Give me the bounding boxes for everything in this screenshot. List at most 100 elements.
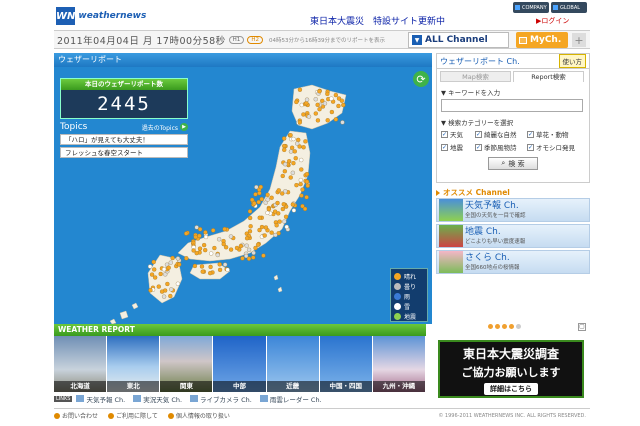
report-marker[interactable]: [184, 256, 189, 261]
report-marker[interactable]: [212, 245, 217, 251]
report-marker[interactable]: [336, 96, 342, 101]
report-marker[interactable]: [299, 157, 304, 163]
report-marker[interactable]: [315, 102, 320, 107]
report-marker[interactable]: [208, 264, 213, 270]
report-marker[interactable]: [259, 196, 264, 202]
report-marker[interactable]: [168, 260, 173, 265]
report-marker[interactable]: [256, 199, 261, 205]
report-marker[interactable]: [290, 170, 295, 175]
report-marker[interactable]: [257, 190, 262, 196]
report-marker[interactable]: [255, 242, 261, 247]
report-marker[interactable]: [247, 229, 253, 234]
report-marker[interactable]: [197, 233, 202, 238]
report-marker[interactable]: [282, 143, 287, 149]
region-photo-chugoku-shikoku[interactable]: 中国・四国: [319, 336, 372, 392]
my-channel-button[interactable]: MyCh.: [516, 32, 568, 48]
report-marker[interactable]: [300, 187, 305, 192]
report-marker[interactable]: [313, 97, 318, 102]
report-marker[interactable]: [228, 247, 234, 252]
report-marker[interactable]: [201, 242, 207, 248]
report-marker[interactable]: [288, 175, 293, 180]
report-marker[interactable]: [298, 177, 303, 183]
topic-item[interactable]: 「ハロ」が見えても大丈夫！: [60, 134, 188, 145]
report-marker[interactable]: [253, 245, 258, 251]
report-marker[interactable]: [306, 114, 312, 119]
pill-h1[interactable]: H1: [228, 35, 245, 44]
category-funny[interactable]: ✓ オモシロ発見: [527, 142, 583, 152]
refresh-icon[interactable]: ⟳: [413, 71, 429, 87]
checkbox-checked-icon[interactable]: ✓: [475, 130, 482, 138]
report-marker[interactable]: [257, 227, 262, 233]
report-marker[interactable]: [329, 96, 334, 101]
report-marker[interactable]: [217, 262, 222, 267]
report-marker[interactable]: [280, 173, 285, 179]
weathernews-logo[interactable]: WN weathernews: [56, 6, 146, 26]
report-marker[interactable]: [156, 284, 161, 289]
report-marker[interactable]: [175, 281, 181, 286]
report-marker[interactable]: [317, 107, 322, 112]
report-marker[interactable]: [184, 231, 189, 236]
report-marker[interactable]: [291, 208, 297, 213]
report-marker[interactable]: [244, 243, 249, 248]
report-marker[interactable]: [280, 206, 285, 212]
report-marker[interactable]: [299, 167, 304, 172]
tab-report-search[interactable]: Report検索: [513, 71, 584, 82]
rain-radar-channel-link[interactable]: 雨雲レーダー Ch.: [259, 394, 322, 404]
report-marker[interactable]: [304, 172, 310, 177]
report-marker[interactable]: [158, 271, 163, 277]
report-marker[interactable]: [281, 202, 286, 207]
report-marker[interactable]: [282, 136, 287, 141]
report-marker[interactable]: [289, 145, 295, 150]
report-marker[interactable]: [203, 230, 208, 235]
report-marker[interactable]: [165, 281, 170, 287]
report-marker[interactable]: [257, 215, 262, 220]
report-marker[interactable]: [304, 97, 310, 102]
footer-privacy-link[interactable]: 個人情報の取り扱い: [167, 411, 230, 420]
category-plants-animals[interactable]: ✓ 草花・動物: [527, 129, 583, 139]
footer-contact-link[interactable]: お問い合わせ: [54, 411, 98, 420]
recommend-earthquake[interactable]: 地震 Ch. どこよりも早い震度速報: [436, 224, 590, 248]
report-marker[interactable]: [274, 223, 279, 228]
report-marker[interactable]: [317, 89, 322, 94]
report-marker[interactable]: [294, 99, 299, 105]
checkbox-checked-icon[interactable]: ✓: [441, 130, 448, 138]
category-nature[interactable]: ✓ 綺麗な自然: [475, 129, 527, 139]
report-marker[interactable]: [288, 149, 294, 154]
report-marker[interactable]: [304, 195, 309, 200]
carousel-dot[interactable]: [516, 324, 521, 329]
region-photo-kyushu-okinawa[interactable]: 九州・沖縄: [372, 336, 425, 392]
report-marker[interactable]: [209, 251, 214, 256]
region-photo-kanto[interactable]: 関東: [160, 336, 213, 392]
region-photo-hokkaido[interactable]: 北海道: [54, 336, 107, 392]
report-marker[interactable]: [291, 161, 296, 166]
add-channel-button[interactable]: +: [572, 33, 586, 47]
report-marker[interactable]: [288, 133, 293, 138]
past-topics-link[interactable]: 過去のTopics ▶: [142, 123, 188, 132]
report-marker[interactable]: [148, 288, 153, 293]
report-marker[interactable]: [290, 202, 295, 207]
report-marker[interactable]: [299, 193, 304, 198]
report-marker[interactable]: [240, 256, 245, 261]
report-marker[interactable]: [297, 120, 302, 125]
current-weather-channel-link[interactable]: 実況天気 Ch.: [133, 394, 182, 404]
report-marker[interactable]: [269, 195, 274, 200]
report-marker[interactable]: [277, 219, 282, 224]
report-marker[interactable]: [298, 181, 303, 187]
report-marker[interactable]: [333, 92, 339, 98]
report-marker[interactable]: [315, 118, 321, 123]
report-marker[interactable]: [261, 253, 266, 258]
usage-button[interactable]: 使い方: [558, 54, 586, 68]
report-marker[interactable]: [216, 237, 222, 242]
report-marker[interactable]: [282, 219, 287, 224]
report-marker[interactable]: [297, 87, 303, 92]
report-marker[interactable]: [211, 228, 216, 233]
expand-icon[interactable]: ▢: [578, 323, 586, 331]
report-marker[interactable]: [262, 233, 267, 238]
region-photo-kinki[interactable]: 近畿: [266, 336, 319, 392]
report-marker[interactable]: [225, 267, 230, 272]
live-camera-channel-link[interactable]: ライブカメラ Ch.: [190, 394, 252, 404]
report-marker[interactable]: [151, 259, 156, 265]
report-marker[interactable]: [265, 197, 270, 202]
report-marker[interactable]: [282, 147, 287, 152]
report-marker[interactable]: [272, 209, 278, 214]
